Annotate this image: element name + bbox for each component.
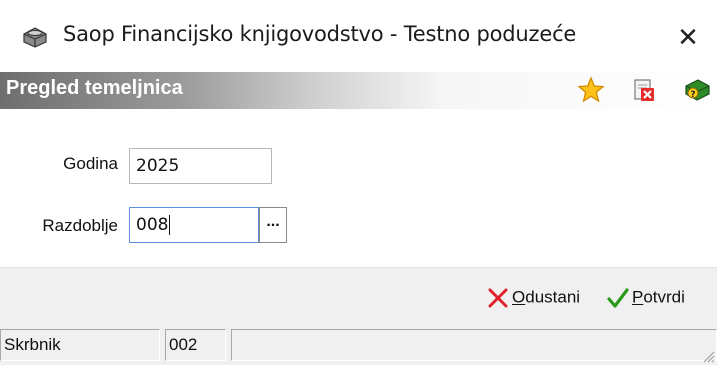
form-header: Pregled temeljnica ? bbox=[0, 72, 717, 109]
cancel-label: Odustani bbox=[512, 287, 581, 307]
razdoblje-label: Razdoblje bbox=[42, 216, 118, 235]
cancel-x-icon bbox=[488, 288, 508, 308]
delete-document-icon[interactable] bbox=[630, 76, 658, 104]
status-skrbnik: Skrbnik bbox=[0, 329, 160, 361]
form-title: Pregled temeljnica bbox=[6, 77, 183, 99]
window-title: Saop Financijsko knjigovodstvo - Testno … bbox=[63, 22, 577, 46]
confirm-label: Potvrdi bbox=[632, 287, 685, 307]
button-bar: Odustani Potvrdi bbox=[0, 267, 717, 325]
app-window: Saop Financijsko knjigovodstvo - Testno … bbox=[0, 0, 717, 365]
check-icon bbox=[607, 287, 629, 308]
razdoblje-value: 008 bbox=[136, 215, 169, 235]
razdoblje-input[interactable]: 008 bbox=[129, 207, 259, 243]
svg-text:?: ? bbox=[690, 90, 695, 100]
star-icon[interactable] bbox=[577, 76, 605, 104]
godina-label: Godina bbox=[63, 154, 118, 173]
close-button[interactable]: ✕ bbox=[670, 20, 706, 56]
text-caret bbox=[169, 215, 171, 235]
printer-icon bbox=[20, 26, 50, 48]
razdoblje-browse-button[interactable]: ... bbox=[259, 207, 287, 243]
help-book-icon[interactable]: ? bbox=[683, 76, 711, 104]
status-empty bbox=[231, 329, 717, 361]
godina-input[interactable]: 2025 bbox=[129, 148, 272, 184]
confirm-button[interactable]: Potvrdi bbox=[607, 282, 685, 312]
cancel-button[interactable]: Odustani bbox=[487, 282, 580, 312]
title-bar: Saop Financijsko knjigovodstvo - Testno … bbox=[0, 0, 717, 72]
form-area: Godina 2025 Razdoblje 008 ... bbox=[0, 109, 717, 267]
resize-grip-icon[interactable] bbox=[701, 349, 715, 363]
status-bar: Skrbnik 002 bbox=[0, 325, 717, 365]
status-code: 002 bbox=[165, 329, 226, 361]
